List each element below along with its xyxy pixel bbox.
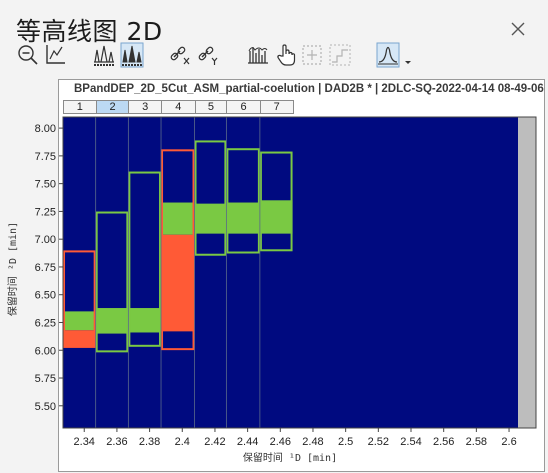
x-axis-label: 保留时间 ¹D [min] (242, 453, 338, 464)
cut-1-band-1 (63, 311, 96, 331)
y-tick-label: 6.75 (35, 262, 56, 274)
y-tick-label: 7.25 (35, 206, 56, 218)
x-tick-label: 2.58 (466, 436, 487, 448)
x-tick-label: 2.56 (433, 436, 454, 448)
cut-6-band-1 (226, 202, 260, 234)
cut-4-band-2 (161, 234, 195, 332)
x-tick-label: 2.5 (338, 436, 353, 448)
y-tick-label: 7.00 (35, 234, 56, 246)
x-tick-label: 2.38 (139, 436, 160, 448)
cut-4-band-1 (161, 202, 195, 235)
cut-7-band-1 (259, 200, 293, 234)
x-tick-label: 2.52 (368, 436, 389, 448)
y-tick-label: 8.00 (35, 123, 56, 135)
x-tick-label: 2.34 (74, 436, 95, 448)
y-tick-label: 5.75 (35, 373, 56, 385)
heatmap-empty-region (518, 117, 536, 428)
y-tick-label: 7.75 (35, 151, 56, 163)
heatmap-background (63, 117, 519, 428)
x-tick-label: 2.54 (400, 436, 421, 448)
y-axis-label: 保留时间 ²D [min] (8, 221, 19, 317)
cut-1-band-2 (63, 330, 96, 347)
x-tick-label: 2.4 (175, 436, 190, 448)
cut-5-band-1 (194, 203, 227, 234)
x-tick-label: 2.48 (302, 436, 323, 448)
y-tick-label: 5.50 (35, 401, 56, 413)
x-tick-label: 2.44 (237, 436, 258, 448)
y-tick-label: 7.50 (35, 179, 56, 191)
y-tick-label: 6.50 (35, 290, 56, 302)
y-tick-label: 6.00 (35, 345, 56, 357)
contour-plot[interactable]: 5.50 5.75 6.00 6.25 6.50 6.75 7.00 7.25 7.50 7.75… (0, 0, 548, 473)
cut-2-band-1 (95, 308, 129, 334)
y-tick-label: 6.25 (35, 317, 56, 329)
x-tick-label: 2.42 (204, 436, 225, 448)
cut-3-band-1 (128, 308, 162, 333)
x-tick-label: 2.46 (270, 436, 291, 448)
x-tick-label: 2.36 (106, 436, 127, 448)
x-tick-label: 2.6 (501, 436, 516, 448)
